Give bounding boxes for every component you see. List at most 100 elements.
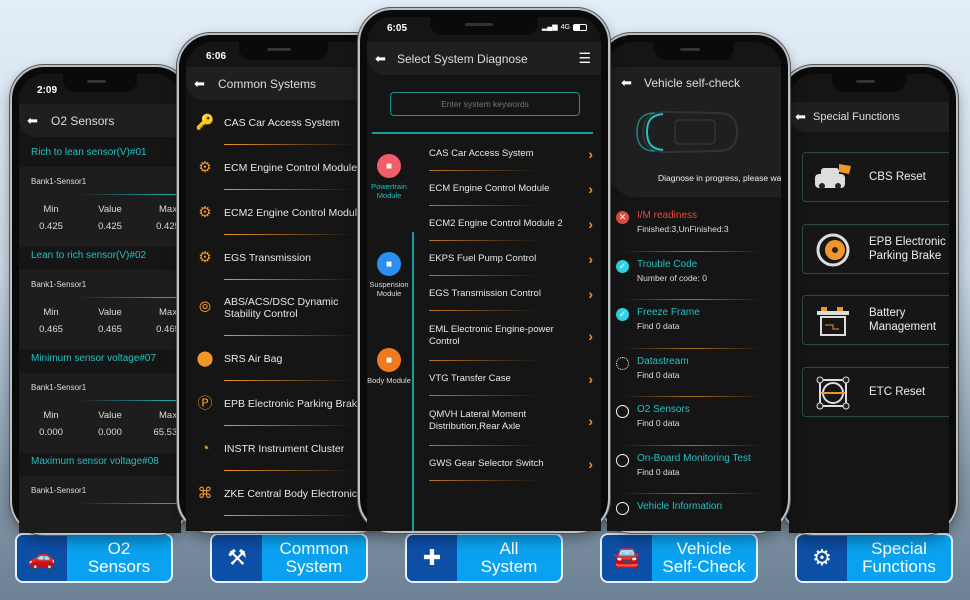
chevron-right-icon: › (588, 250, 593, 267)
feature-button[interactable]: 🚗 O2 Sensors (15, 533, 173, 583)
airbag-icon: ⬤ (196, 349, 214, 367)
system-item[interactable]: ⦾ ABS/ACS/DSC Dynamic Stability Control (186, 280, 381, 336)
system-item[interactable]: GWS Gear Selector Switch › (422, 446, 597, 481)
module-label: Powertrain Module (371, 182, 407, 200)
system-item[interactable]: VTG Transfer Case › (422, 361, 597, 396)
system-label: ZKE Central Body Electronics (224, 487, 363, 500)
system-item[interactable]: ⚙ EGS Transmission (186, 235, 381, 280)
system-item[interactable]: ◔ INSTR Instrument Cluster (186, 426, 381, 471)
system-item[interactable]: ⚙ ECM2 Engine Control Module (186, 190, 381, 235)
button-label-line2: Sensors (87, 557, 151, 576)
signal-icon: ▂▄▆ (541, 24, 558, 31)
car-lift-icon: 🚘 (602, 535, 652, 581)
sensor-section: Rich to lean sensor(V)#01 Bank1-Sensor1 … (19, 145, 181, 248)
divider (79, 503, 181, 504)
divider (79, 194, 181, 195)
network-label: 4G (560, 23, 570, 31)
check-item[interactable]: Datastream Find 0 data (607, 349, 781, 398)
feature-button[interactable]: ⚙ Special Functions (795, 533, 953, 583)
check-item[interactable]: On-Board Monitoring Test Find 0 data (607, 446, 781, 495)
system-search-input[interactable] (390, 92, 580, 116)
sensor-card[interactable]: Bank1-Sensor1 Min 0.000 Value 0.000 Max 65… (19, 373, 181, 453)
min-label: Min (43, 204, 59, 215)
back-arrow-icon[interactable]: ⬅ (795, 109, 806, 125)
module-tab[interactable]: ■ Powertrain Module (367, 154, 411, 200)
check-item[interactable]: Vehicle Information (607, 494, 781, 531)
module-tab[interactable]: ■ Body Module (367, 348, 411, 385)
sensor-section: Maximum sensor voltage#08 Bank1-Sensor1 (19, 454, 181, 533)
check-icon: ✓ (616, 308, 629, 321)
system-label: QMVH Lateral Moment Distribution,Rear Ax… (429, 409, 527, 432)
system-label: SRS Air Bag (224, 352, 283, 365)
list-menu-icon[interactable]: ☰ (578, 50, 591, 67)
check-subtitle: Number of code: 0 (637, 272, 707, 283)
check-item[interactable]: ✕ I/M readiness Finished:3,UnFinished:3 (607, 203, 781, 252)
module-tab[interactable]: ■ Suspension Module (367, 252, 411, 298)
header: ⬅ Select System Diagnose ☰ (367, 42, 601, 75)
system-item[interactable]: Ⓟ EPB Electronic Parking Brake (186, 381, 381, 426)
tools-icon: ⚒ (212, 535, 262, 581)
special-function-card[interactable]: CBS Reset (802, 152, 949, 202)
system-item[interactable]: 🔑 CAS Car Access System (186, 100, 381, 145)
special-function-card[interactable]: Battery Management (802, 295, 949, 345)
button-label-line2: Functions (862, 557, 936, 576)
back-arrow-icon[interactable]: ⬅ (27, 113, 38, 129)
check-title: I/M readiness (637, 210, 698, 221)
max-value: 0.425 (156, 221, 180, 232)
feature-button[interactable]: ⚒ Common System (210, 533, 368, 583)
check-item[interactable]: ✓ Trouble Code Number of code: 0 (607, 252, 781, 301)
button-label-line2: Self-Check (662, 557, 746, 576)
sensor-title: Rich to lean sensor(V)#01 (31, 147, 147, 158)
system-item[interactable]: ⬤ SRS Air Bag (186, 336, 381, 381)
system-label: ECM Engine Control Module (429, 182, 550, 194)
system-label: EML Electronic Engine-power Control (429, 324, 554, 347)
check-subtitle: Find 0 data (637, 418, 680, 428)
phone-select-system: 6:05 ▂▄▆ 4G ⬅ Select System Diagnose ☰ ■… (358, 8, 610, 533)
check-item[interactable]: O2 Sensors Find 0 data (607, 397, 781, 446)
system-item[interactable]: ⌘ ZKE Central Body Electronics (186, 471, 381, 516)
system-item[interactable]: ECM Engine Control Module › (422, 171, 597, 206)
chevron-right-icon: › (588, 370, 593, 387)
phone-notch (832, 74, 906, 92)
max-label: Max (159, 307, 177, 318)
sensor-card[interactable]: Bank1-Sensor1 Min 0.425 Value 0.425 Max 0.… (19, 167, 181, 247)
car-top-icon: ✚ (407, 535, 457, 581)
divider (372, 132, 593, 134)
check-subtitle: Finished:3,UnFinished:3 (637, 224, 729, 234)
special-function-card[interactable]: EPB Electronic Parking Brake (802, 224, 949, 274)
check-title: On-Board Monitoring Test (637, 452, 751, 464)
brake-disc-icon (813, 233, 853, 267)
special-function-card[interactable]: ETC Reset (802, 367, 949, 417)
system-item[interactable]: ECM2 Engine Control Module 2 › (422, 206, 597, 241)
system-item[interactable]: EKPS Fuel Pump Control › (422, 241, 597, 276)
function-label: ETC Reset (869, 386, 926, 398)
check-item[interactable]: ✓ Freeze Frame Find 0 data (607, 300, 781, 349)
system-item[interactable]: QMVH Lateral Moment Distribution,Rear Ax… (422, 396, 597, 446)
system-item[interactable]: EML Electronic Engine-power Control › (422, 311, 597, 361)
back-arrow-icon[interactable]: ⬅ (621, 75, 632, 91)
car-body-icon: ■ (377, 348, 401, 372)
divider (79, 297, 181, 298)
system-label: EPB Electronic Parking Brake (224, 397, 363, 410)
module-label: Suspension Module (369, 280, 409, 298)
sensor-card[interactable]: Bank1-Sensor1 Min 0.465 Value 0.465 Max 0.… (19, 270, 181, 350)
min-value: 0.425 (39, 221, 63, 232)
abs-icon: ⦾ (198, 299, 211, 316)
chevron-right-icon: › (588, 328, 593, 344)
divider (79, 400, 181, 401)
feature-button[interactable]: ✚ All System (405, 533, 563, 583)
system-item[interactable]: CAS Car Access System › (422, 136, 597, 171)
sensor-card[interactable]: Bank1-Sensor1 (19, 476, 181, 533)
system-item[interactable]: EGS Transmission Control › (422, 276, 597, 311)
throttle-icon (813, 376, 853, 410)
back-arrow-icon[interactable]: ⬅ (194, 76, 205, 92)
min-label: Min (43, 410, 59, 421)
system-item[interactable]: ⚙ ECM Engine Control Module (186, 145, 381, 190)
feature-button[interactable]: 🚘 Vehicle Self-Check (600, 533, 758, 583)
page-title: Select System Diagnose (397, 51, 528, 66)
value-label: Value (98, 204, 122, 215)
back-arrow-icon[interactable]: ⬅ (375, 51, 386, 67)
phone-vehicle-self-check: ⬅ Vehicle self-check Diagnose in progres… (598, 33, 790, 533)
engine-icon: ⚙ (198, 203, 212, 221)
bank-label: Bank1-Sensor1 (31, 383, 87, 392)
